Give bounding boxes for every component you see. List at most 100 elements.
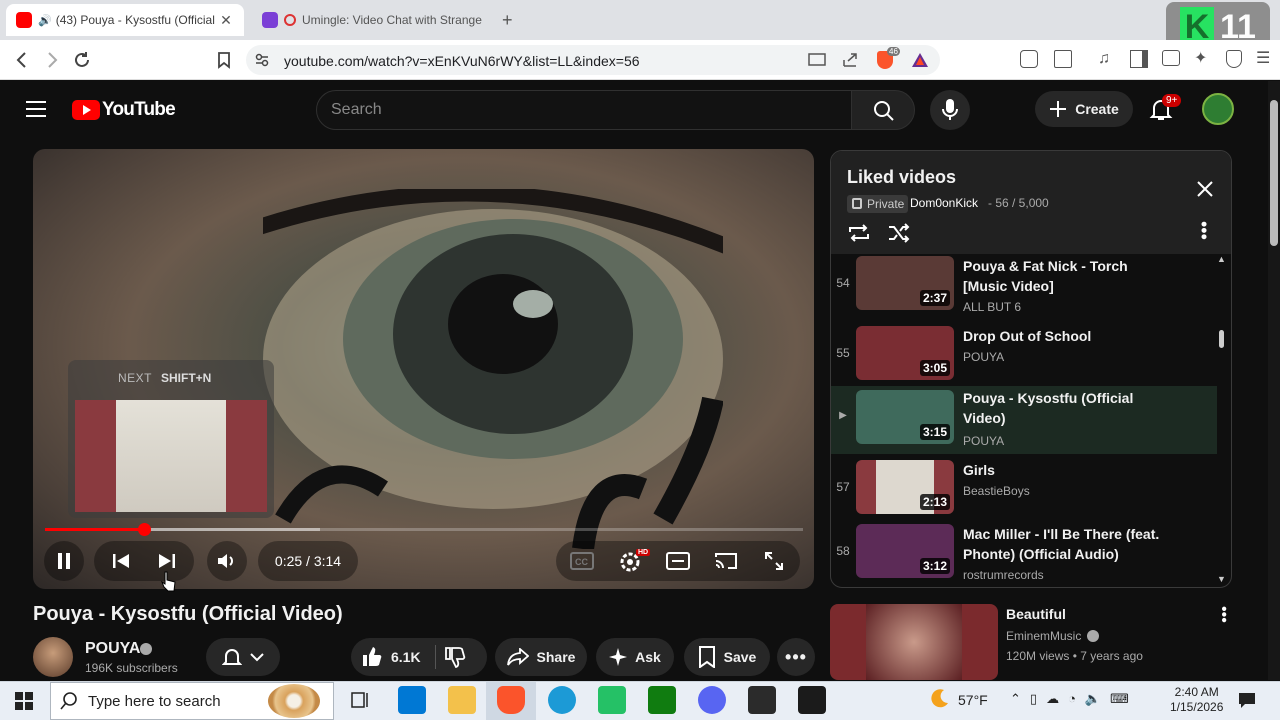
playlist-scrollbar[interactable] [1219, 330, 1224, 348]
bookmark-icon[interactable] [214, 50, 234, 70]
next-icon[interactable] [158, 552, 176, 570]
extensions-icon[interactable] [1020, 50, 1038, 68]
search-icon [60, 692, 77, 710]
subtitles-icon[interactable]: CC [570, 551, 594, 571]
cast-icon[interactable] [808, 52, 826, 68]
recommendation-title[interactable]: Beautiful [1006, 606, 1066, 622]
windows-start-icon[interactable] [15, 692, 33, 710]
playlist-title[interactable]: Liked videos [847, 167, 956, 188]
scroll-up-icon[interactable]: ▲ [1217, 254, 1226, 264]
channel-avatar[interactable] [33, 637, 73, 677]
music-icon[interactable]: ♫ [1098, 50, 1116, 68]
voice-search-button[interactable] [930, 90, 970, 130]
share-button[interactable]: Share [495, 638, 587, 676]
save-button[interactable]: Save [684, 638, 770, 676]
system-tray-icons: ⌃ ▯ ☁ ◔ 🔈 ⌨ [1010, 691, 1129, 707]
search-input[interactable] [316, 90, 852, 130]
cast-to-tv-icon[interactable] [714, 551, 738, 571]
xbox-app-icon[interactable] [648, 686, 676, 714]
like-icon[interactable] [361, 646, 383, 668]
site-info-icon[interactable] [254, 52, 270, 68]
leo-ai-icon[interactable]: ✦ [1194, 50, 1212, 68]
forward-icon[interactable] [42, 50, 62, 70]
chevron-up-icon[interactable]: ⌃ [1010, 691, 1021, 707]
recommendation-channel[interactable]: EminemMusic [1006, 629, 1081, 643]
playlist-item-thumbnail: 2:13 [856, 460, 954, 514]
recommendation-menu-icon[interactable]: ••• [1215, 606, 1232, 623]
playlist-item[interactable]: 54 2:37 Pouya & Fat Nick - Torch [Music … [831, 254, 1217, 320]
reader-icon[interactable] [1054, 50, 1072, 68]
close-tab-icon[interactable]: ✕ [218, 12, 234, 29]
more-actions-button[interactable]: ••• [777, 638, 815, 676]
playlist-owner[interactable]: Dom0onKick [910, 196, 978, 210]
playlist-item[interactable]: 58 3:12 Mac Miller - I'll Be There (feat… [831, 522, 1217, 588]
progress-scrubber[interactable] [138, 523, 151, 536]
hamburger-menu-icon[interactable] [26, 100, 46, 118]
youtube-logo[interactable]: YouTube [72, 99, 176, 121]
playlist-menu-icon[interactable]: ••• [1194, 221, 1214, 240]
search-placeholder: Search [331, 101, 382, 118]
back-icon[interactable] [12, 50, 32, 70]
volume-button[interactable] [207, 541, 247, 581]
playlist-item-channel: ALL BUT 6 [963, 300, 1022, 314]
pause-button[interactable] [44, 541, 84, 581]
dislike-icon[interactable] [444, 646, 466, 668]
search-button[interactable] [851, 90, 915, 130]
device-icon[interactable]: ▯ [1030, 691, 1037, 707]
playlist-item-index: 57 [836, 480, 850, 494]
discord-icon[interactable] [698, 686, 726, 714]
wallet-icon[interactable] [1162, 50, 1180, 66]
next-video-thumbnail [75, 400, 267, 512]
search-icon [874, 101, 894, 121]
page-scroll-thumb[interactable] [1270, 100, 1278, 246]
store-app-icon[interactable] [398, 686, 426, 714]
menu-icon[interactable]: ☰ [1256, 50, 1274, 68]
duration-badge: 2:37 [919, 290, 950, 306]
player-right-controls: CC HD [556, 541, 800, 581]
nvidia-icon[interactable] [748, 686, 776, 714]
playlist-item[interactable]: 57 2:13 Girls BeastieBoys [831, 458, 1217, 524]
volume-tray-icon[interactable]: 🔈 [1085, 691, 1101, 707]
playlist-item[interactable]: 55 3:05 Drop Out of School POUYA [831, 324, 1217, 390]
account-avatar[interactable] [1202, 93, 1234, 125]
speaker-icon[interactable]: 🔊 [38, 14, 52, 27]
new-tab-button[interactable]: + [502, 10, 513, 31]
shuffle-icon[interactable] [887, 222, 911, 244]
file-explorer-icon[interactable] [448, 686, 476, 714]
ask-button[interactable]: Ask [596, 638, 674, 676]
scroll-down-icon[interactable]: ▼ [1217, 574, 1226, 584]
vpn-icon[interactable] [1226, 50, 1242, 68]
share-page-icon[interactable] [842, 52, 860, 68]
notification-center-icon[interactable] [1238, 691, 1256, 709]
task-view-icon[interactable] [350, 690, 370, 710]
previous-icon[interactable] [112, 552, 130, 570]
hd-badge: HD [636, 549, 651, 556]
playlist-item-current[interactable]: ▶ 3:15 Pouya - Kysostfu (Official Video)… [831, 386, 1217, 454]
keyboard-icon[interactable]: ⌨ [1110, 691, 1129, 707]
network-icon[interactable]: ◔ [1068, 691, 1076, 707]
clock-time: 2:40 AM [1174, 685, 1219, 699]
brave-rewards-icon[interactable] [911, 52, 929, 68]
theater-mode-icon[interactable] [666, 551, 690, 571]
weather-temperature[interactable]: 57°F [958, 692, 988, 708]
create-button[interactable]: Create [1035, 91, 1133, 127]
recommendation-thumbnail[interactable] [830, 604, 998, 680]
stats-app-icon[interactable] [798, 686, 826, 714]
brave-browser-icon[interactable] [497, 686, 525, 714]
subscribed-notifications-button[interactable] [206, 638, 280, 676]
tab-umingle[interactable]: Umingle: Video Chat with Strange [252, 4, 492, 36]
edge-browser-icon[interactable] [548, 686, 576, 714]
url-text[interactable]: youtube.com/watch?v=xEnKVuN6rWY&list=LL&… [284, 53, 640, 69]
close-icon[interactable] [1197, 181, 1213, 197]
channel-name[interactable]: POUYA [85, 640, 140, 658]
volume-icon [218, 554, 233, 568]
reload-icon[interactable] [72, 50, 92, 70]
sidebar-icon[interactable] [1130, 50, 1148, 68]
chat-app-icon[interactable] [598, 686, 626, 714]
video-title: Pouya - Kysostfu (Official Video) [33, 603, 343, 625]
tab-youtube[interactable]: 🔊 (43) Pouya - Kysostfu (Official ✕ [6, 4, 244, 36]
fullscreen-icon[interactable] [764, 551, 784, 571]
loop-icon[interactable] [847, 222, 871, 244]
system-clock[interactable]: 2:40 AM 1/15/2026 [1170, 685, 1223, 715]
cloud-icon[interactable]: ☁ [1046, 691, 1059, 707]
